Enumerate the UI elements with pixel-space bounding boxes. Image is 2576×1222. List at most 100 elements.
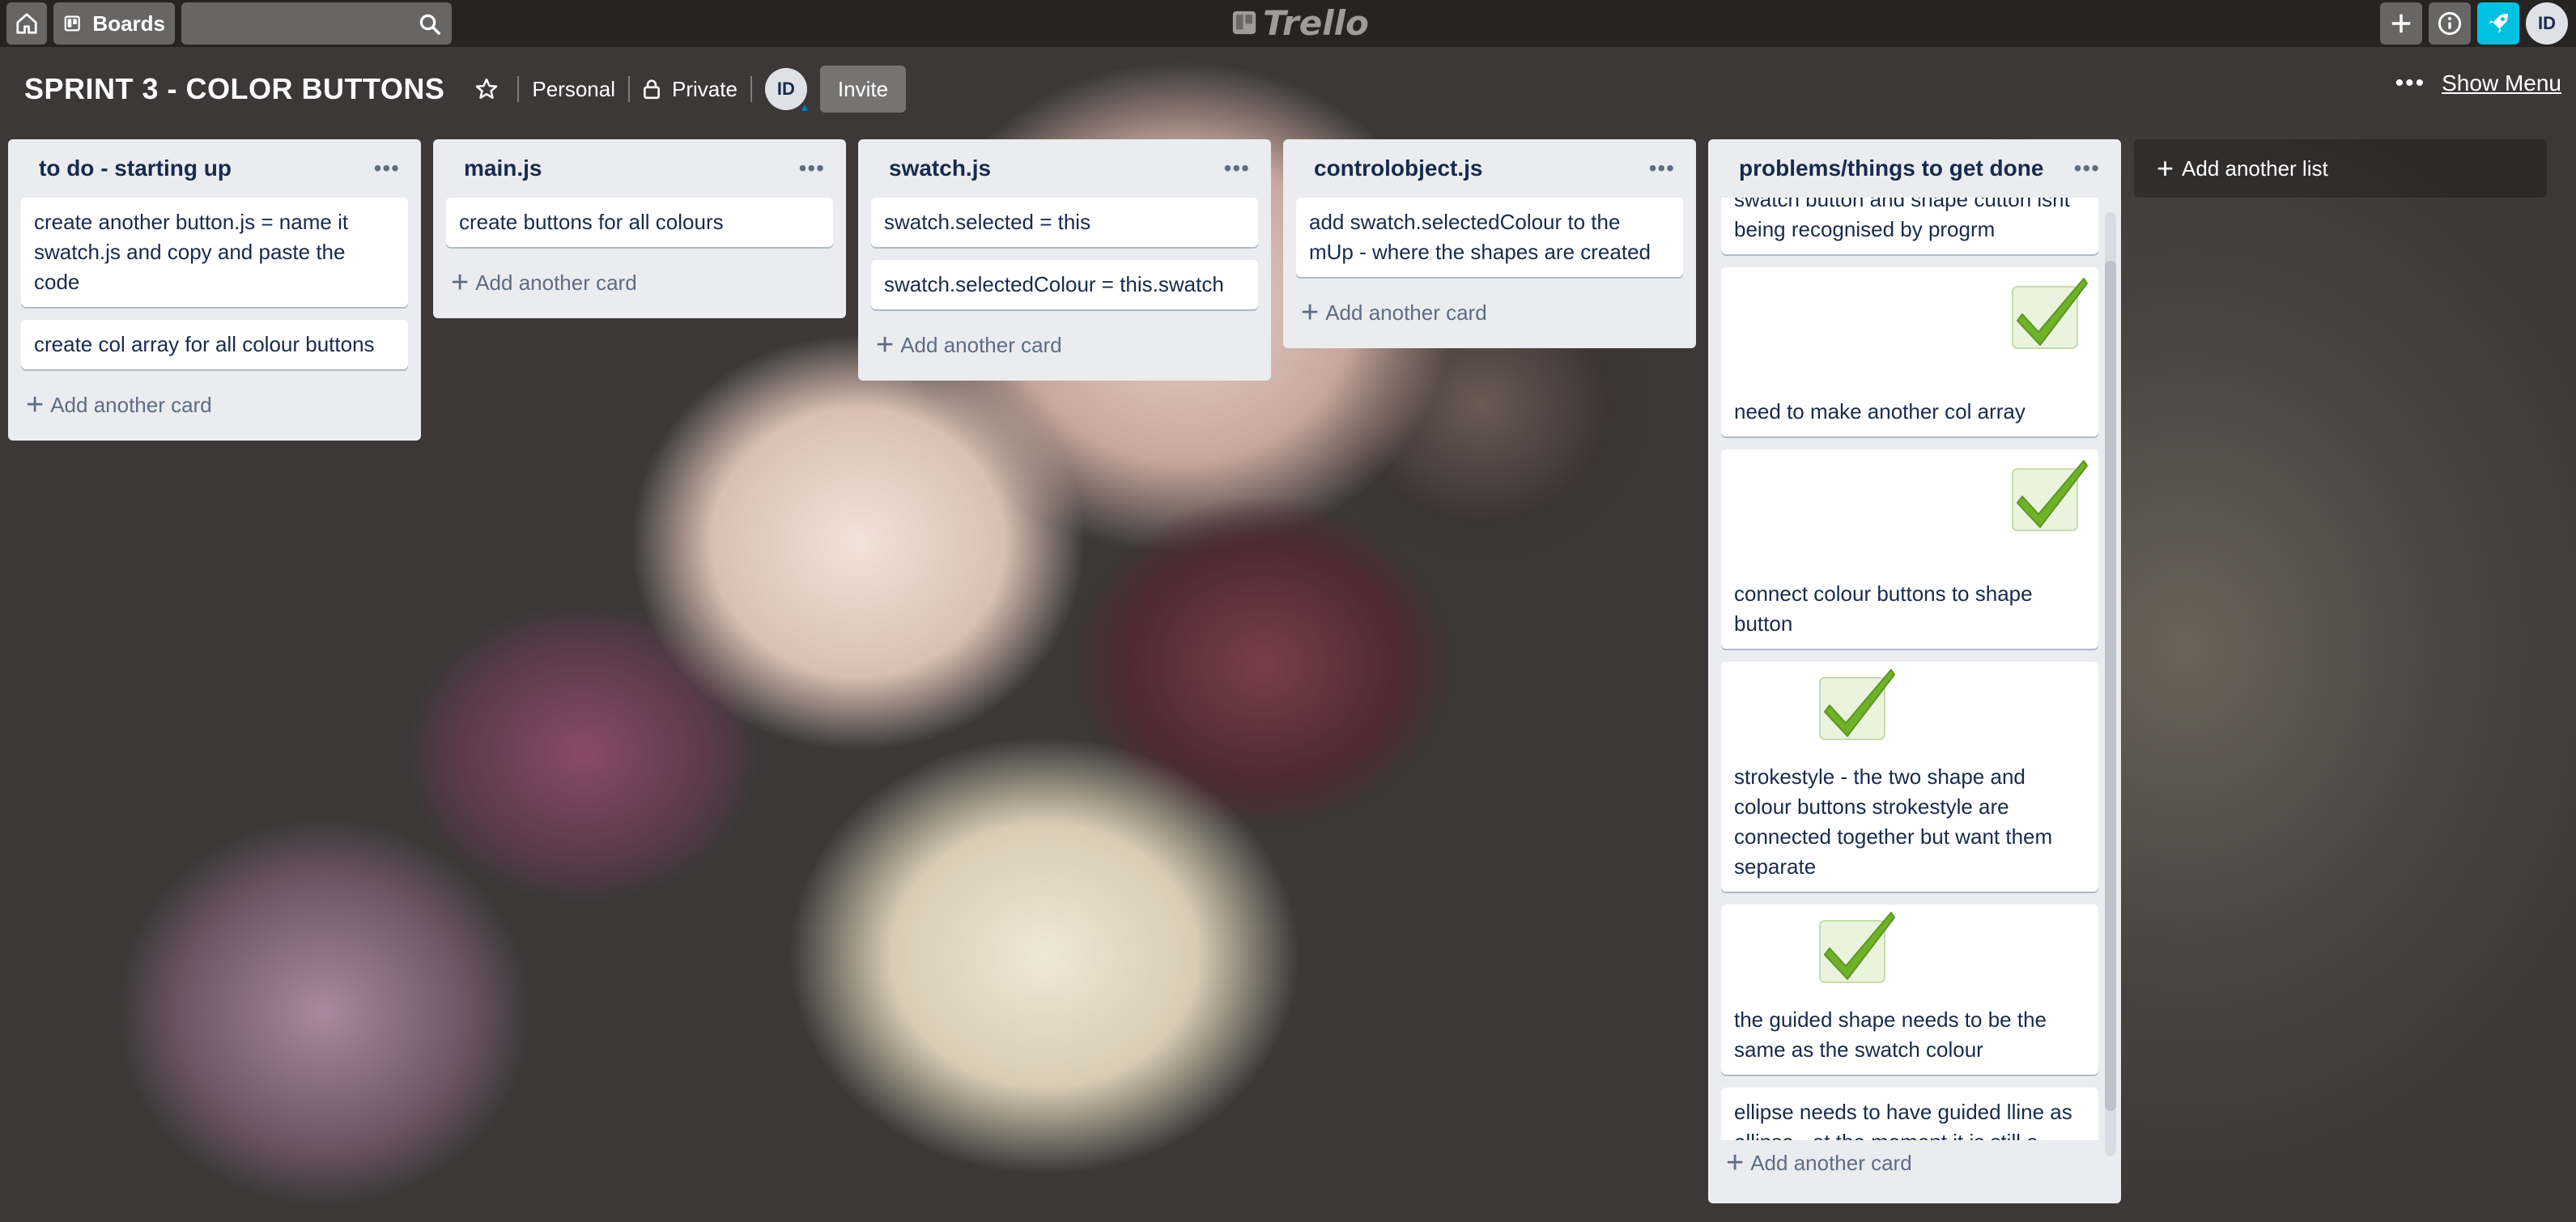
star-icon [476,78,498,99]
list-header[interactable]: swatch.js ••• [871,139,1258,198]
show-menu-label: Show Menu [2442,70,2561,96]
list-title[interactable]: problems/things to get done [1739,155,2043,181]
add-card-button[interactable]: + Add another card [871,322,1258,368]
lock-icon [644,79,660,100]
add-card-button[interactable]: + Add another card [446,260,833,305]
list-swatch-js: swatch.js ••• swatch.selected = this swa… [858,139,1271,381]
card[interactable]: swatch.selected = this [871,198,1258,247]
list-main-js: main.js ••• create buttons for all colou… [433,139,846,318]
card[interactable]: swatch.selectedColour = this.swatch [871,260,1258,309]
list-menu-icon[interactable]: ••• [2074,155,2100,181]
scrollbar-thumb[interactable] [2105,261,2116,1111]
notifications-button[interactable] [2477,2,2519,45]
divider [750,76,752,102]
add-card-label: Add another card [50,392,212,417]
divider [627,76,630,102]
plus-icon: + [26,388,45,422]
header-actions: ID [2380,2,2568,45]
rocket-icon [2489,14,2508,33]
more-icon: ••• [2395,70,2426,96]
list-scrollbar[interactable] [2105,212,2116,1156]
list-problems: problems/things to get done ••• swatch b… [1708,139,2121,1203]
info-icon [2438,11,2462,36]
home-icon [16,13,37,34]
list-menu-icon[interactable]: ••• [1649,155,1675,181]
home-button[interactable] [6,2,47,45]
add-card-button[interactable]: + Add another card [21,382,408,428]
boards-button[interactable]: Boards [53,2,175,45]
search-input[interactable] [181,2,405,43]
card-title: connect colour buttons to shape button [1734,581,2033,636]
add-card-button[interactable]: + Add another card [1296,290,1683,335]
plus-icon: + [451,266,470,300]
card[interactable]: ellipse needs to have guided lline as el… [1721,1088,2098,1140]
list-header[interactable]: controlobject.js ••• [1296,139,1683,198]
list-header[interactable]: main.js ••• [446,139,833,198]
list-title[interactable]: to do - starting up [39,155,232,181]
checkmark-icon [1819,669,1895,740]
list-header[interactable]: problems/things to get done ••• [1721,139,2108,198]
list-menu-icon[interactable]: ••• [799,155,825,181]
list-controlobject-js: controlobject.js ••• add swatch.selected… [1283,139,1696,348]
invite-button[interactable]: Invite [819,66,907,113]
card-with-cover[interactable]: need to make another col array [1721,267,2098,436]
board-header: SPRINT 3 - COLOR BUTTONS Personal Privat… [0,47,2576,131]
boards-icon [64,15,80,32]
card-with-cover[interactable]: strokestyle - the two shape and colour b… [1721,662,2098,892]
list-header[interactable]: to do - starting up ••• [21,139,408,198]
plus-icon: + [1726,1146,1745,1180]
card-with-cover[interactable]: connect colour buttons to shape button [1721,449,2098,649]
member-initials: ID [776,79,795,99]
card[interactable]: create col array for all colour buttons [21,320,408,369]
checkmark-icon [2012,278,2088,349]
member-avatar[interactable]: ID ▲ [764,68,810,113]
divider [517,76,520,102]
info-button[interactable] [2429,2,2471,45]
card-cover [1721,449,2098,576]
boards-label: Boards [92,11,165,36]
trello-logo-icon [1232,11,1256,35]
checkmark-icon [2012,460,2088,531]
add-card-button[interactable]: + Add another card [1721,1140,2108,1186]
admin-badge-icon: ▲ [799,100,810,113]
plus-icon [2391,14,2411,33]
search-box[interactable] [181,2,452,45]
list-menu-icon[interactable]: ••• [1224,155,1250,181]
card[interactable]: swatch button and shape cutton isnt bein… [1721,198,2098,254]
card[interactable]: add swatch.selectedColour to the mUp - w… [1296,198,1683,277]
team-button[interactable]: Personal [532,77,615,102]
card-title: strokestyle - the two shape and colour b… [1734,764,2053,879]
search-icon[interactable] [418,12,442,36]
card-with-cover[interactable]: the guided shape needs to be the same as… [1721,905,2098,1075]
add-list-button[interactable]: + Add another list [2134,139,2547,198]
list-title[interactable]: swatch.js [889,155,991,181]
list-menu-icon[interactable]: ••• [374,155,400,181]
app-logo[interactable]: Trello [1231,2,1369,44]
card-title: the guided shape needs to be the same as… [1734,1007,2047,1062]
list-to-do: to do - starting up ••• create another b… [8,139,421,441]
list-title[interactable]: controlobject.js [1314,155,1482,181]
list-title[interactable]: main.js [464,155,542,181]
create-button[interactable] [2380,2,2422,45]
show-menu-button[interactable]: ••• Show Menu [2395,70,2561,97]
user-avatar[interactable]: ID [2526,2,2568,45]
add-card-label: Add another card [900,332,1062,357]
card-cover [1721,267,2098,394]
visibility-label: Private [671,76,738,101]
card-title: need to make another col array [1734,399,2026,424]
plus-icon: + [1301,296,1320,330]
top-header: Boards Trello ID [0,0,2576,47]
plus-icon: + [876,328,895,362]
logo-text: Trello [1263,2,1369,43]
star-button[interactable] [469,71,504,107]
plus-icon: + [2157,151,2174,185]
visibility-button[interactable]: Private [643,77,738,102]
card[interactable]: create another button.js = name it swatc… [21,198,408,307]
add-card-label: Add another card [475,270,637,295]
card-cover [1721,662,2098,759]
add-card-label: Add another card [1750,1150,1912,1175]
card[interactable]: create buttons for all colours [446,198,833,247]
checkmark-icon [1819,912,1895,983]
board-title[interactable]: SPRINT 3 - COLOR BUTTONS [24,72,444,106]
list-cards-scroll[interactable]: swatch button and shape cutton isnt bein… [1721,198,2108,1140]
